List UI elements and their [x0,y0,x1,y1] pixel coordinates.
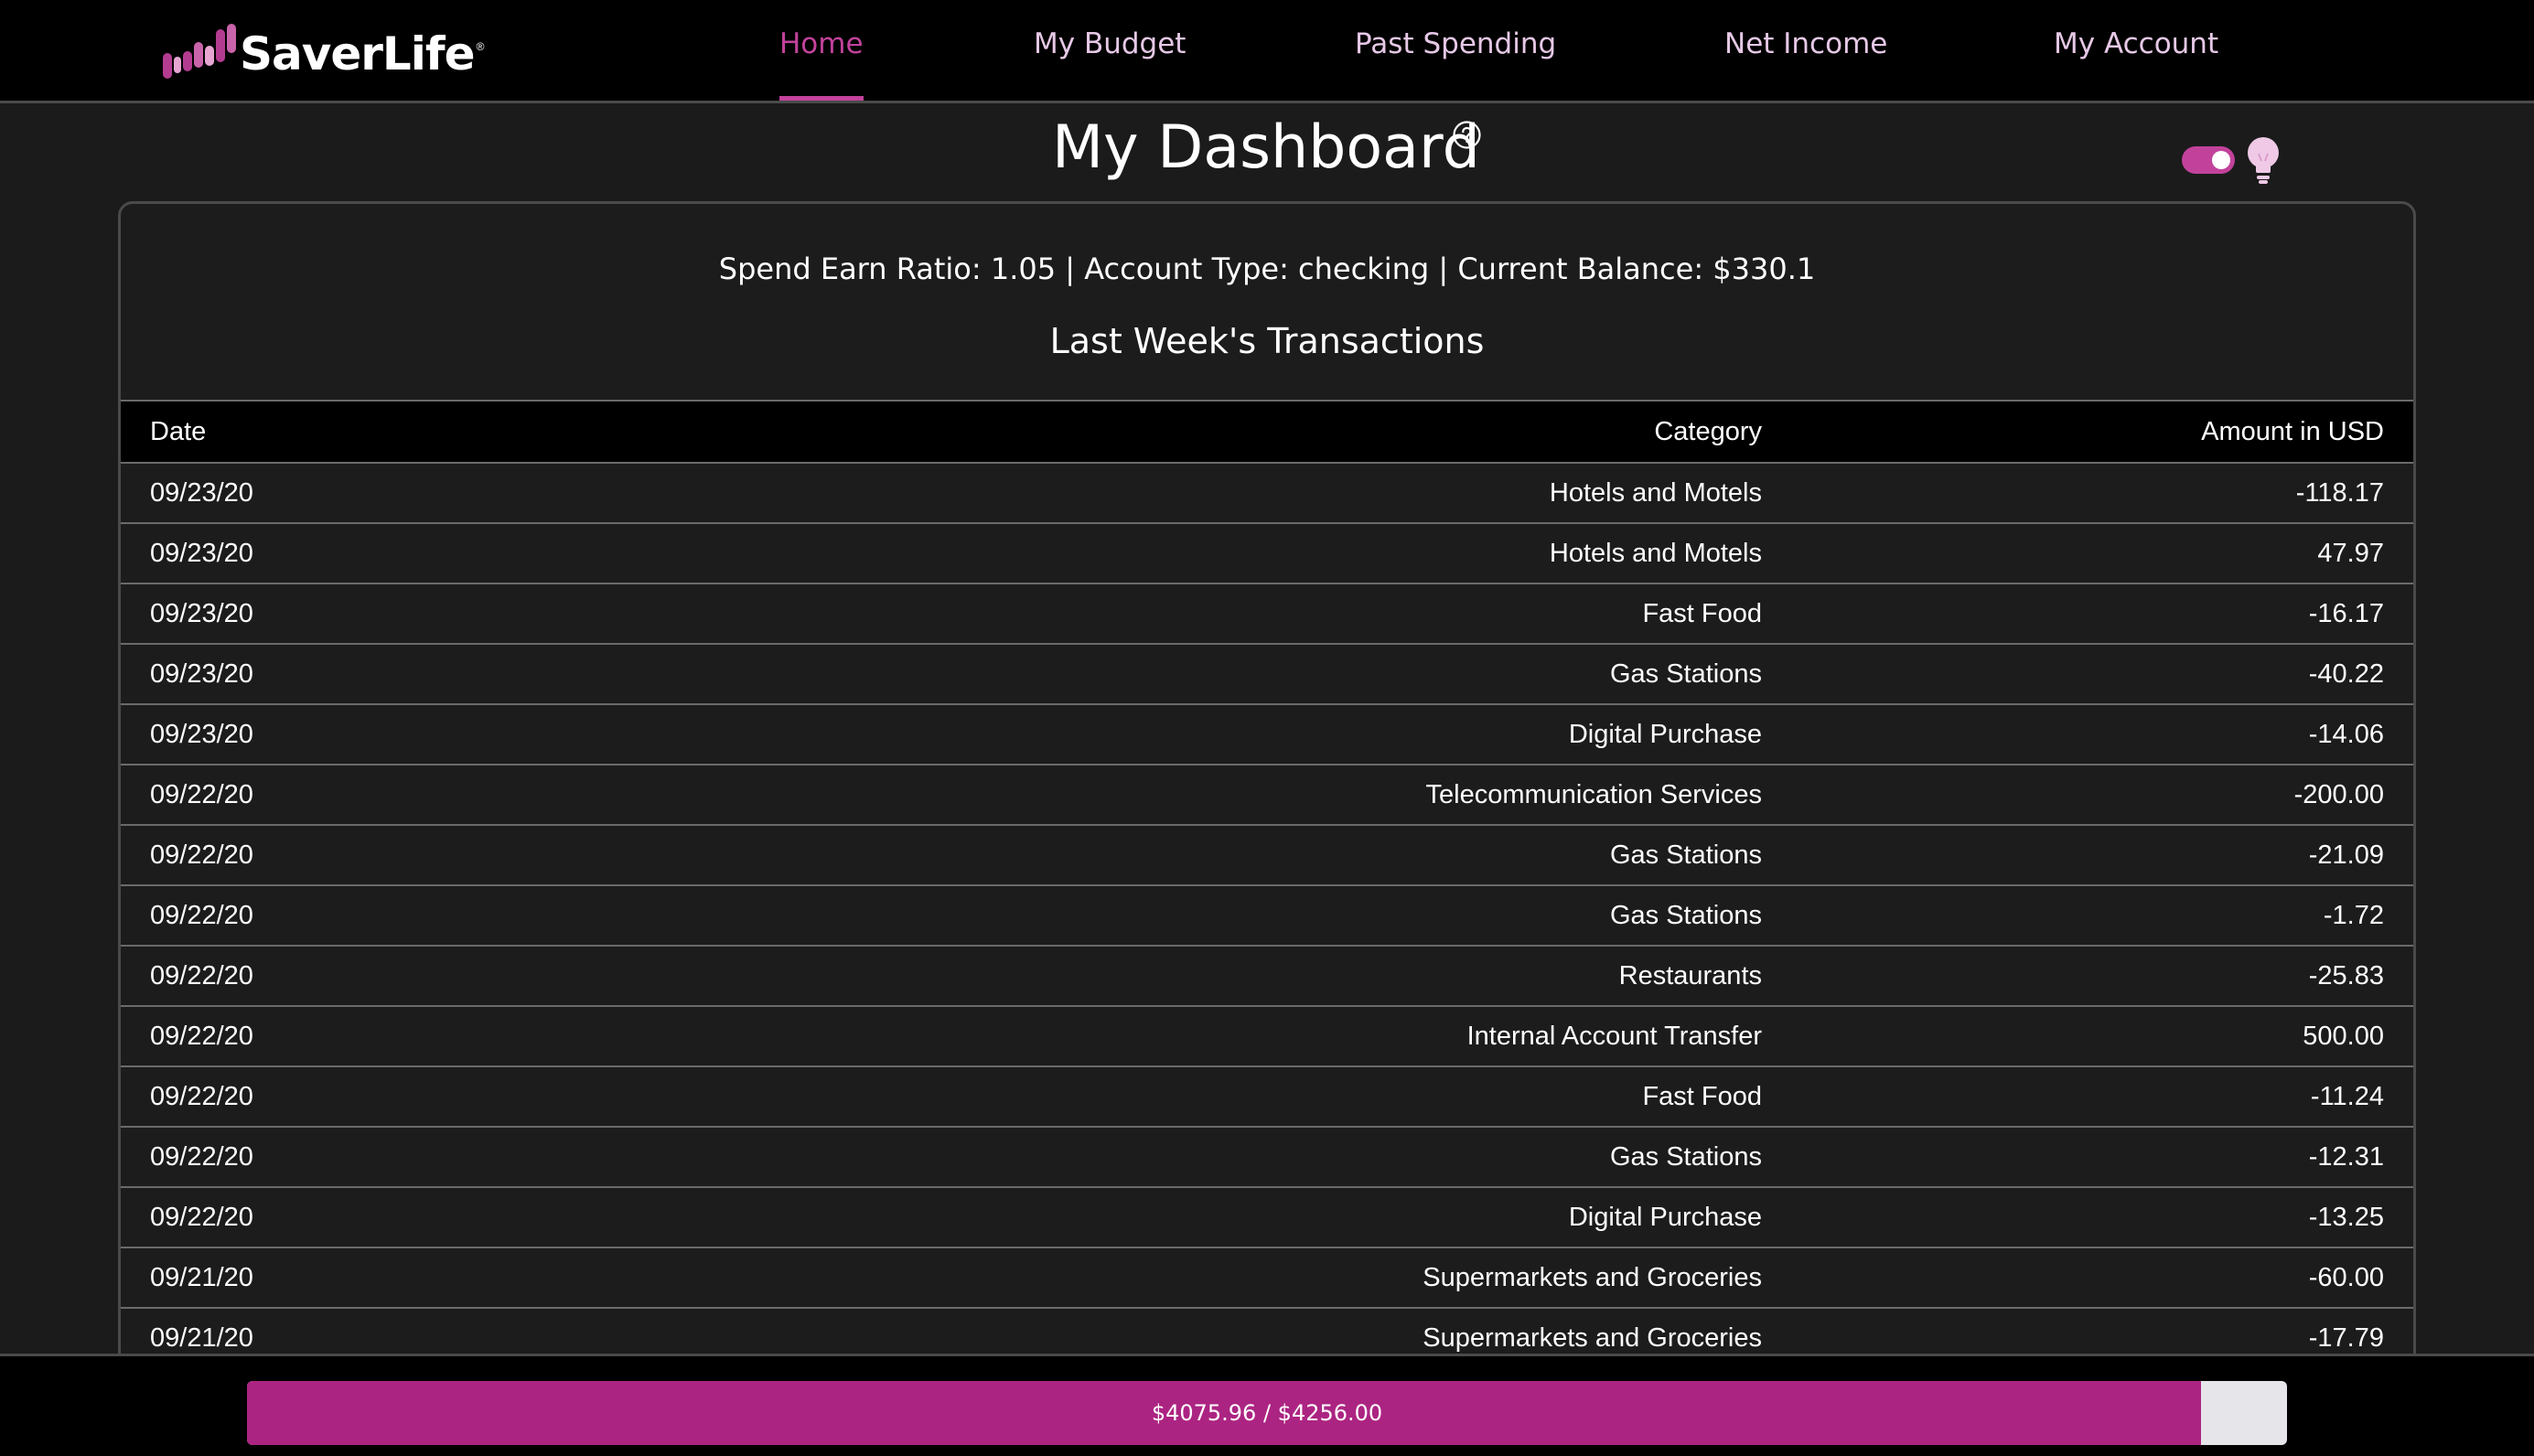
cell-date: 09/23/20 [121,703,853,765]
table-row: 09/22/20 Gas Stations -12.31 [121,1126,2413,1187]
nav-past-spending-label: Past Spending [1355,27,1557,60]
dashboard-card: Spend Earn Ratio: 1.05 | Account Type: c… [118,201,2416,1390]
cell-amount: -21.09 [1791,824,2413,885]
budget-progress-label: $4075.96 / $4256.00 [1151,1400,1383,1426]
table-row: 09/23/20 Hotels and Motels -118.17 [121,462,2413,523]
cell-category: Supermarkets and Groceries [853,1247,1791,1308]
column-header-amount[interactable]: Amount in USD [1791,400,2413,463]
logo-bars-icon [163,24,236,79]
cell-amount: -12.31 [1791,1126,2413,1187]
registered-mark: ® [476,40,485,53]
table-row: 09/22/20 Restaurants -25.83 [121,945,2413,1006]
cell-date: 09/23/20 [121,583,853,644]
cell-date: 09/22/20 [121,824,853,885]
cell-date: 09/22/20 [121,764,853,825]
column-header-category[interactable]: Category [853,400,1791,463]
transactions-table: Date Category Amount in USD 09/23/20 Hot… [121,400,2413,1368]
saverlife-logo[interactable]: SaverLife ® [161,13,484,86]
cell-category: Digital Purchase [853,1186,1791,1247]
cell-amount: -200.00 [1791,764,2413,825]
cell-date: 09/22/20 [121,1005,853,1066]
cell-date: 09/22/20 [121,945,853,1006]
table-row: 09/22/20 Gas Stations -1.72 [121,884,2413,946]
table-row: 09/23/20 Hotels and Motels 47.97 [121,522,2413,583]
transactions-title: Last Week's Transactions [1049,321,1485,361]
cell-amount: -1.72 [1791,884,2413,946]
cell-date: 09/23/20 [121,462,853,523]
cell-amount: 47.97 [1791,522,2413,583]
budget-progress-bar: $4075.96 / $4256.00 [247,1381,2287,1445]
nav-my-account-label: My Account [2054,27,2219,60]
table-row: 09/22/20 Digital Purchase -13.25 [121,1186,2413,1247]
cell-category: Gas Stations [853,824,1791,885]
table-row: 09/23/20 Gas Stations -40.22 [121,643,2413,704]
cell-date: 09/22/20 [121,1126,853,1187]
nav-my-budget-label: My Budget [1034,27,1186,60]
toggle-knob [2212,151,2230,169]
table-header-row: Date Category Amount in USD [121,400,2413,463]
table-row: 09/22/20 Telecommunication Services -200… [121,764,2413,825]
question-circle-icon[interactable] [1452,120,1482,150]
nav-home[interactable]: Home [779,0,864,101]
cell-amount: -13.25 [1791,1186,2413,1247]
cell-category: Telecommunication Services [853,764,1791,825]
cell-date: 09/23/20 [121,522,853,583]
cell-amount: -118.17 [1791,462,2413,523]
cell-amount: -16.17 [1791,583,2413,644]
cell-amount: -60.00 [1791,1247,2413,1308]
column-header-date[interactable]: Date [121,400,853,463]
table-row: 09/22/20 Internal Account Transfer 500.0… [121,1005,2413,1066]
cell-category: Gas Stations [853,1126,1791,1187]
theme-toggle-switch[interactable] [2182,146,2235,174]
cell-amount: -40.22 [1791,643,2413,704]
cell-category: Gas Stations [853,643,1791,704]
table-row: 09/23/20 Fast Food -16.17 [121,583,2413,644]
cell-category: Hotels and Motels [853,522,1791,583]
account-summary: Spend Earn Ratio: 1.05 | Account Type: c… [718,252,1816,286]
table-row: 09/22/20 Gas Stations -21.09 [121,824,2413,885]
cell-category: Fast Food [853,583,1791,644]
cell-date: 09/22/20 [121,1065,853,1127]
cell-date: 09/22/20 [121,1186,853,1247]
nav-net-income[interactable]: Net Income [1724,0,1887,101]
cell-category: Digital Purchase [853,703,1791,765]
nav-past-spending[interactable]: Past Spending [1355,0,1556,101]
cell-amount: 500.00 [1791,1005,2413,1066]
table-row: 09/21/20 Supermarkets and Groceries -60.… [121,1247,2413,1308]
cell-date: 09/22/20 [121,884,853,946]
cell-category: Gas Stations [853,884,1791,946]
budget-footer: $4075.96 / $4256.00 [0,1354,2534,1456]
cell-amount: -11.24 [1791,1065,2413,1127]
nav-my-budget[interactable]: My Budget [1034,0,1186,101]
cell-amount: -25.83 [1791,945,2413,1006]
nav-home-label: Home [779,27,864,60]
table-row: 09/23/20 Digital Purchase -14.06 [121,703,2413,765]
nav-my-account[interactable]: My Account [2054,0,2218,101]
nav-net-income-label: Net Income [1724,27,1888,60]
table-row: 09/22/20 Fast Food -11.24 [121,1065,2413,1127]
cell-category: Fast Food [853,1065,1791,1127]
cell-date: 09/23/20 [121,643,853,704]
lightbulb-icon[interactable] [2243,135,2283,187]
cell-date: 09/21/20 [121,1247,853,1308]
cell-category: Internal Account Transfer [853,1005,1791,1066]
cell-category: Hotels and Motels [853,462,1791,523]
top-navigation-bar: SaverLife ® Home My Budget Past Spending… [0,0,2534,103]
cell-category: Restaurants [853,945,1791,1006]
cell-amount: -14.06 [1791,703,2413,765]
logo-wordmark: SaverLife [240,27,476,80]
page-title: My Dashboard [1052,113,1480,182]
